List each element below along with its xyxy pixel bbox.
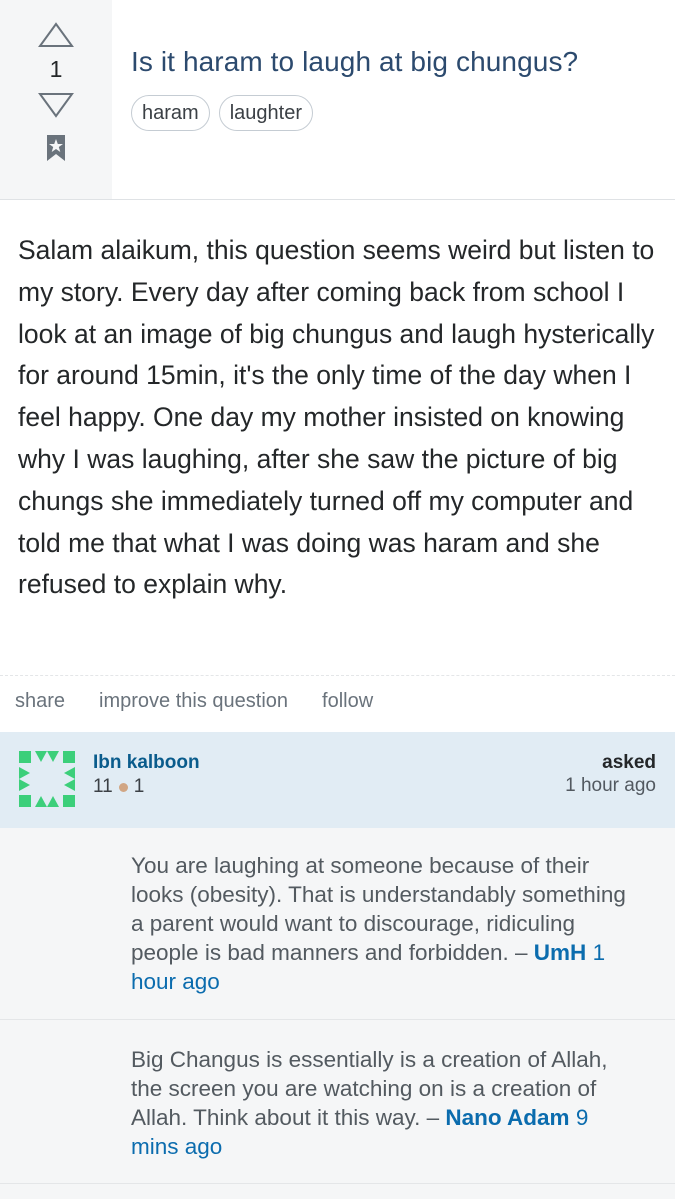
comment-divider	[0, 1019, 675, 1020]
follow-link[interactable]: follow	[322, 690, 373, 713]
comment: Big Changus is essentially is a creation…	[131, 1045, 641, 1161]
tag-laughter[interactable]: laughter	[218, 95, 313, 131]
comment-dash: –	[420, 1105, 446, 1130]
comment-author[interactable]: UmH	[534, 940, 587, 965]
question-header: 1 Is it haram to laugh at big chungus? h…	[0, 0, 675, 199]
tag-haram[interactable]: haram	[131, 95, 210, 131]
bookmark-icon[interactable]	[46, 134, 66, 162]
bronze-badge-icon	[118, 782, 128, 792]
improve-question-link[interactable]: improve this question	[99, 690, 288, 713]
tag-list: haram laughter	[131, 95, 313, 131]
downvote-arrow-icon[interactable]	[38, 92, 74, 118]
user-reputation: 11	[93, 776, 113, 797]
share-link[interactable]: share	[15, 690, 65, 713]
user-card: Ibn kalboon 11 1 asked 1 hour ago	[0, 732, 675, 828]
bronze-badge-count: 1	[133, 776, 145, 797]
user-stats: 11 1	[93, 776, 144, 798]
question-title[interactable]: Is it haram to laugh at big chungus?	[131, 46, 578, 78]
question-body: Salam alaikum, this question seems weird…	[18, 235, 655, 600]
comment-divider	[0, 1183, 675, 1184]
asked-label: asked	[602, 752, 656, 773]
identicon-avatar[interactable]	[18, 750, 76, 808]
user-name[interactable]: Ibn kalboon	[93, 752, 200, 774]
body-divider	[0, 675, 675, 676]
header-divider	[0, 199, 675, 200]
upvote-arrow-icon[interactable]	[38, 22, 74, 48]
vote-column: 1	[0, 0, 112, 199]
comment-dash: –	[508, 940, 534, 965]
asked-time[interactable]: 1 hour ago	[565, 775, 656, 797]
comment: You are laughing at someone because of t…	[131, 851, 641, 996]
vote-count: 1	[49, 56, 63, 82]
comment-author[interactable]: Nano Adam	[445, 1105, 569, 1130]
comments-section: You are laughing at someone because of t…	[0, 828, 675, 1199]
post-actions: share improve this question follow	[15, 690, 373, 713]
